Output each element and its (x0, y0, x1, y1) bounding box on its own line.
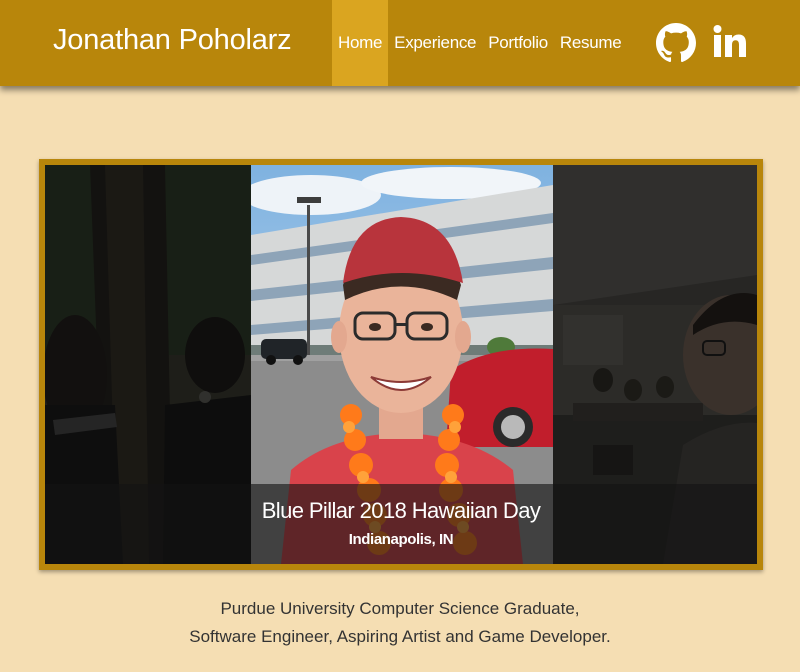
brand-link[interactable]: Jonathan Poholarz (53, 24, 292, 57)
carousel-caption-location: Indianapolis, IN (348, 531, 454, 548)
intro-line-1: Purdue University Computer Science Gradu… (220, 599, 580, 618)
nav-home[interactable]: Home (332, 0, 389, 86)
carousel-caption-bar (45, 484, 757, 564)
linkedin-icon (713, 25, 746, 57)
linkedin-link[interactable] (712, 23, 748, 68)
nav-resume[interactable]: Resume (554, 0, 628, 86)
nav-links: Home Experience Portfolio Resume (332, 0, 627, 86)
navbar: Jonathan Poholarz Home Experience Portfo… (0, 0, 800, 86)
carousel-caption-title: Blue Pillar 2018 Hawaiian Day (261, 498, 541, 523)
photo-carousel[interactable]: Blue Pillar 2018 Hawaiian Day Indianapol… (39, 159, 763, 570)
intro-tagline: Purdue University Computer Science Gradu… (0, 595, 800, 651)
github-icon (656, 23, 696, 63)
nav-experience[interactable]: Experience (388, 0, 482, 86)
github-link[interactable] (656, 23, 696, 68)
intro-line-2: Software Engineer, Aspiring Artist and G… (189, 627, 611, 646)
nav-portfolio[interactable]: Portfolio (482, 0, 554, 86)
